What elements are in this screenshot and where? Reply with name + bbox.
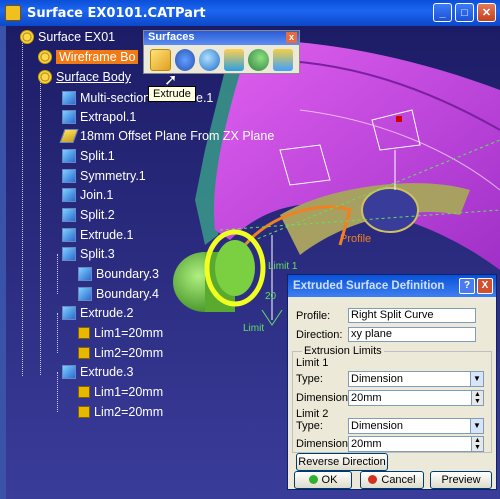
tree-node-lim2-b[interactable]: Lim2=20mm — [78, 403, 163, 421]
toolbar-close-button[interactable]: x — [286, 32, 297, 43]
profile-label: Profile — [340, 233, 372, 245]
catia-app-icon — [5, 5, 21, 21]
split-icon — [62, 149, 76, 163]
spinner-icon[interactable]: ▲ ▼ — [471, 437, 483, 451]
extrusion-limits-title: Extrusion Limits — [302, 345, 384, 357]
tree-node-extrapol[interactable]: Extrapol.1 — [62, 108, 136, 126]
profile-label: Profile: — [296, 309, 331, 322]
close-window-button[interactable]: ✕ — [477, 3, 496, 22]
tree-node-offset-plane[interactable]: 18mm Offset Plane From ZX Plane — [59, 127, 274, 145]
boundary-icon — [78, 287, 92, 301]
direction-label: Direction: — [296, 328, 343, 341]
limit1-type-select[interactable]: Dimension ▼ — [348, 371, 484, 387]
dialog-close-button[interactable]: X — [477, 278, 493, 294]
tree-node-surface-body[interactable]: Surface Body — [38, 68, 131, 86]
cancel-icon — [368, 475, 378, 484]
tree-node-lim1-b[interactable]: Lim1=20mm — [78, 383, 163, 401]
extrude-icon — [62, 228, 76, 242]
offset-icon[interactable] — [223, 49, 245, 71]
part-gear-icon — [20, 30, 34, 44]
tree-node-split-2[interactable]: Split.2 — [62, 206, 115, 224]
tree-node-lim2-a[interactable]: Lim2=20mm — [78, 344, 163, 362]
dialog-help-button[interactable]: ? — [459, 278, 475, 294]
tree-node-extrude-2[interactable]: Extrude.2 — [62, 304, 134, 322]
geometric-set-icon — [38, 50, 52, 64]
extrude-icon[interactable] — [150, 49, 171, 71]
tree-node-join[interactable]: Join.1 — [62, 186, 113, 204]
tree-node-boundary-3[interactable]: Boundary.3 — [78, 265, 159, 283]
toolbar-title-bar[interactable]: Surfaces x — [144, 31, 299, 45]
maximize-button[interactable]: □ — [455, 3, 474, 22]
extrude-tooltip: Extrude — [148, 86, 196, 102]
limit-icon — [78, 386, 90, 398]
tree-node-part[interactable]: Surface EX01 — [20, 28, 115, 46]
sweep-icon[interactable] — [248, 49, 269, 71]
limit1-title: Limit 1 — [296, 357, 329, 369]
limit2-type-label: Type: — [296, 420, 323, 432]
reverse-direction-button[interactable]: Reverse Direction — [296, 453, 388, 471]
plane-icon — [59, 129, 79, 143]
minimize-button[interactable]: _ — [433, 3, 452, 22]
boundary-icon — [78, 267, 92, 281]
limit1-dimension-field[interactable]: 20mm ▲ ▼ — [348, 390, 484, 406]
limit1-type-label: Type: — [296, 373, 323, 385]
limit2-dimension-field[interactable]: 20mm ▲ ▼ — [348, 436, 484, 452]
chevron-down-icon: ▼ — [470, 419, 483, 433]
sphere-icon[interactable] — [199, 49, 220, 71]
direction-field[interactable]: xy plane — [348, 327, 476, 342]
ok-button[interactable]: OK — [294, 471, 352, 489]
surfaces-toolbar[interactable]: Surfaces x — [143, 30, 300, 74]
split-icon — [62, 208, 76, 222]
limit-icon — [78, 327, 90, 339]
revolve-icon[interactable] — [174, 49, 196, 71]
split-icon — [62, 247, 76, 261]
tree-node-extrude-1[interactable]: Extrude.1 — [62, 226, 134, 244]
limit-icon — [78, 347, 90, 359]
tree-node-split-3[interactable]: Split.3 — [62, 245, 115, 263]
geometric-set-icon — [38, 70, 52, 84]
tree-node-split-1[interactable]: Split.1 — [62, 147, 115, 165]
window-title: Surface EX0101.CATPart — [27, 5, 206, 21]
preview-button[interactable]: Preview — [430, 471, 492, 489]
chevron-down-icon: ▼ — [470, 372, 483, 386]
extruded-surface-dialog[interactable]: Extruded Surface Definition ? X Profile:… — [287, 274, 497, 490]
limit2-dimension-label: Dimension: — [296, 438, 352, 450]
cancel-button[interactable]: Cancel — [360, 471, 424, 489]
limit-icon — [78, 406, 90, 418]
tree-node-wireframe[interactable]: Wireframe Bo — [38, 48, 139, 66]
spinner-icon[interactable]: ▲ ▼ — [471, 391, 483, 405]
extrapolate-icon — [62, 110, 76, 124]
dialog-title: Extruded Surface Definition — [293, 280, 445, 292]
multi-sections-icon — [62, 91, 76, 105]
ok-icon — [308, 475, 318, 484]
join-icon — [62, 188, 76, 202]
tree-node-symmetry[interactable]: Symmetry.1 — [62, 167, 146, 185]
profile-field[interactable]: Right Split Curve — [348, 308, 476, 323]
toolbar-title: Surfaces — [148, 31, 195, 43]
window-title-bar: Surface EX0101.CATPart _ □ ✕ — [0, 0, 500, 26]
tree-node-extrude-3[interactable]: Extrude.3 — [62, 363, 134, 381]
symmetry-icon — [62, 169, 76, 183]
limit2-type-select[interactable]: Dimension ▼ — [348, 418, 484, 434]
limit1-dimension-label: Dimension: — [296, 392, 352, 404]
tree-node-lim1-a[interactable]: Lim1=20mm — [78, 324, 163, 342]
tree-node-boundary-4[interactable]: Boundary.4 — [78, 285, 159, 303]
dialog-title-bar[interactable]: Extruded Surface Definition ? X — [288, 275, 496, 297]
fill-icon[interactable] — [272, 49, 294, 71]
extrude-icon — [62, 365, 76, 379]
extrude-icon — [62, 306, 76, 320]
